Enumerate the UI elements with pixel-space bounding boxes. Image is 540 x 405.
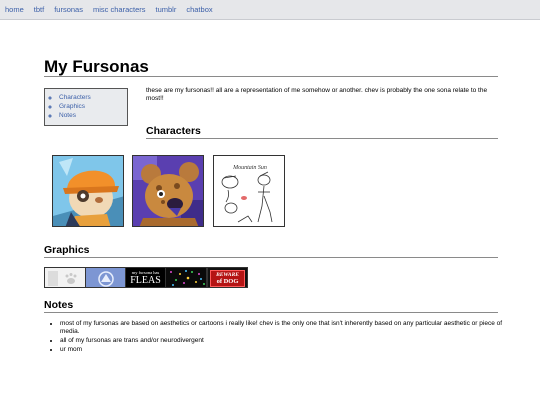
notes-list: most of my fursonas are based on aesthet…: [44, 320, 520, 355]
character-thumbnail-2[interactable]: [132, 155, 204, 227]
nav-link-home[interactable]: home: [5, 5, 24, 14]
fleas-button-main-text: FLEAS: [130, 275, 161, 286]
graphics-button-beware[interactable]: BEWARE of DOG: [207, 267, 248, 288]
toc-item-notes[interactable]: Notes: [59, 111, 127, 120]
intro-paragraph: these are my fursonas!! all are a repres…: [146, 87, 488, 102]
graphics-button-2[interactable]: [85, 267, 126, 288]
nav-link-tbtf[interactable]: tbtf: [34, 5, 44, 14]
graphics-divider: [44, 257, 498, 258]
beware-button-top-text: BEWARE: [216, 272, 239, 278]
sketch-caption: Mountain Sun: [232, 165, 267, 171]
list-item: ur mom: [60, 346, 520, 354]
beware-button-main-text: of DOG: [216, 278, 239, 285]
nav-link-misc-characters[interactable]: misc characters: [93, 5, 146, 14]
character-sketch-art: Mountain Sun: [214, 156, 284, 226]
characters-divider: [146, 138, 498, 139]
nav-link-tumblr[interactable]: tumblr: [156, 5, 177, 14]
toc-item-graphics[interactable]: Graphics: [59, 102, 127, 111]
notes-divider: [44, 312, 498, 313]
list-item: all of my fursonas are trans and/or neur…: [60, 337, 520, 345]
nav-link-fursonas[interactable]: fursonas: [54, 5, 83, 14]
spotted-bear-art: [133, 156, 203, 226]
graphics-button-1[interactable]: [44, 267, 86, 288]
sparkle-noise-icon: [166, 268, 206, 287]
table-of-contents: Characters Graphics Notes: [44, 88, 128, 126]
paw-print-icon: [45, 268, 85, 287]
character-thumbnail-1[interactable]: [52, 155, 124, 227]
toc-item-characters[interactable]: Characters: [59, 93, 127, 102]
graphics-button-4[interactable]: [165, 267, 207, 288]
characters-heading: Characters: [146, 125, 201, 137]
character-thumbnail-3[interactable]: Mountain Sun: [213, 155, 285, 227]
orange-hat-canine-art: [53, 156, 123, 226]
circle-badge-icon: [86, 268, 125, 287]
graphics-button-fleas[interactable]: my fursona has FLEAS: [125, 267, 166, 288]
top-navigation-bar: home tbtf fursonas misc characters tumbl…: [0, 0, 540, 20]
nav-link-chatbox[interactable]: chatbox: [186, 5, 212, 14]
list-item: most of my fursonas are based on aesthet…: [60, 320, 520, 336]
graphics-heading: Graphics: [44, 244, 90, 256]
title-divider: [44, 76, 498, 77]
page-title: My Fursonas: [44, 57, 149, 76]
notes-heading: Notes: [44, 299, 74, 311]
